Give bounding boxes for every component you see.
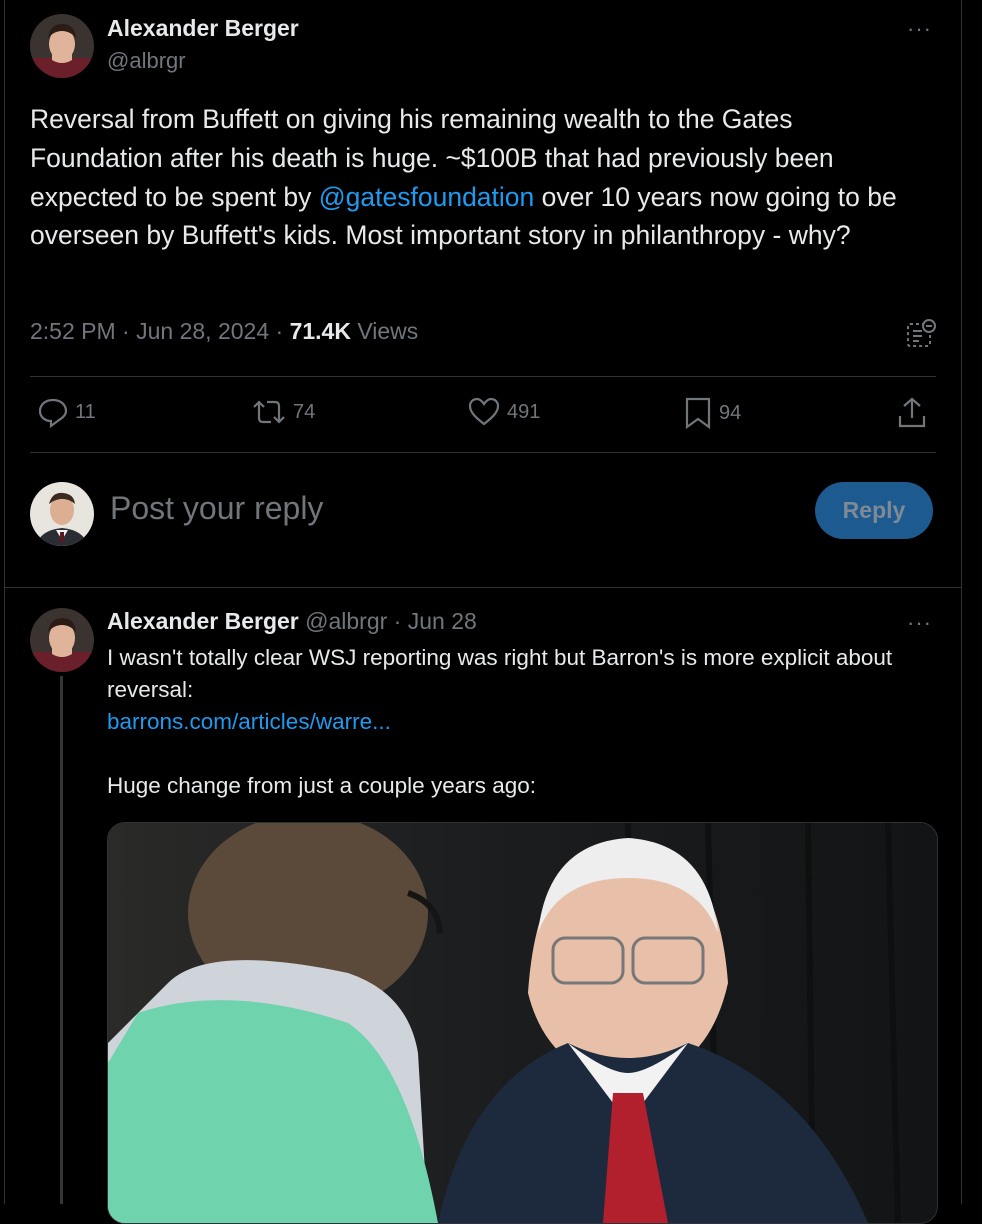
reply-author-avatar[interactable]	[30, 608, 94, 672]
analytics-icon[interactable]	[905, 318, 937, 355]
reply-line-2: Huge change from just a couple years ago…	[107, 773, 537, 798]
reply-author-name[interactable]: Alexander Berger	[107, 608, 299, 634]
bookmark-count: 94	[719, 401, 742, 424]
like-count: 491	[507, 400, 541, 423]
column-border-left	[4, 0, 5, 1204]
section-divider	[5, 587, 961, 588]
tweet-date[interactable]: Jun 28, 2024	[136, 318, 269, 344]
more-options-button[interactable]: ···	[907, 18, 932, 40]
bookmark-action[interactable]: 94	[683, 396, 741, 430]
share-button[interactable]	[896, 396, 928, 430]
repost-icon	[253, 400, 285, 424]
reply-count: 11	[75, 400, 96, 423]
author-name[interactable]: Alexander Berger	[107, 15, 299, 42]
reply-button[interactable]: Reply	[815, 482, 933, 539]
author-avatar[interactable]	[30, 14, 94, 78]
reply-line-1: I wasn't totally clear WSJ reporting was…	[107, 645, 893, 702]
mention-link[interactable]: @gatesfoundation	[319, 182, 535, 212]
thread-line	[60, 676, 63, 1204]
current-user-avatar[interactable]	[30, 482, 94, 546]
meta-separator: ·	[269, 318, 290, 344]
reply-meta-separator: ·	[387, 608, 408, 634]
meta-separator: ·	[115, 318, 137, 344]
column-border-right	[961, 0, 962, 1204]
divider-bottom	[30, 452, 936, 453]
author-handle[interactable]: @albrgr	[107, 48, 186, 74]
tweet-time[interactable]: 2:52 PM	[30, 318, 116, 344]
article-link[interactable]: barrons.com/articles/warre...	[107, 706, 937, 738]
reply-more-options-button[interactable]: ···	[907, 612, 932, 634]
like-action[interactable]: 491	[467, 396, 540, 428]
repost-count: 74	[293, 400, 316, 423]
reply-text: I wasn't totally clear WSJ reporting was…	[107, 642, 937, 802]
divider-top	[30, 376, 936, 377]
reply-action[interactable]: 11	[37, 396, 96, 428]
views-label: Views	[357, 318, 419, 344]
tweet-meta: 2:52 PM · Jun 28, 2024 · 71.4K Views	[30, 318, 418, 345]
reply-input[interactable]: Post your reply	[110, 490, 323, 527]
reply-icon	[38, 398, 68, 428]
reply-date[interactable]: Jun 28	[408, 608, 477, 634]
share-icon	[898, 397, 926, 428]
tweet-text: Reversal from Buffett on giving his rema…	[30, 100, 930, 255]
bookmark-icon	[685, 397, 711, 430]
reply-author-handle[interactable]: @albrgr	[305, 608, 387, 634]
reply-header: Alexander Berger @albrgr · Jun 28	[107, 608, 477, 635]
photo-image	[108, 823, 937, 1223]
repost-action[interactable]: 74	[251, 396, 315, 428]
heart-icon	[468, 397, 500, 426]
views-count: 71.4K	[289, 318, 351, 344]
attached-photo[interactable]	[107, 822, 938, 1224]
